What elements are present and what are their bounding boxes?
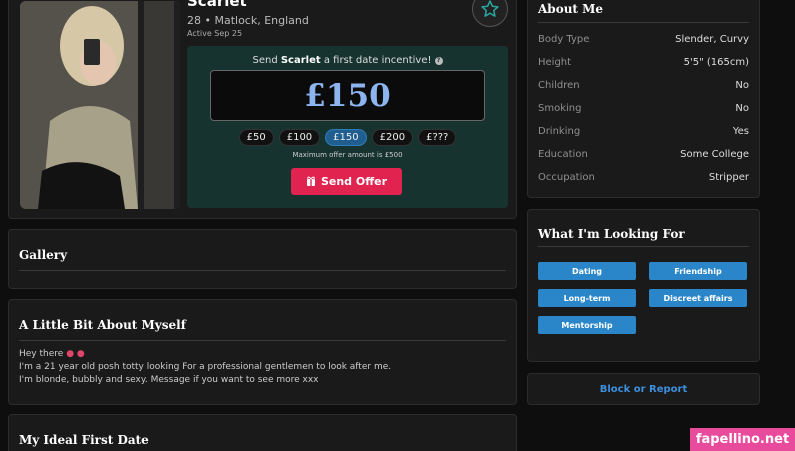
divider: [538, 246, 749, 247]
ideal-first-date-section: My Ideal First Date: [8, 414, 517, 451]
send-offer-label: Send Offer: [320, 175, 388, 188]
bio-line: I'm blonde, bubbly and sexy. Message if …: [19, 375, 319, 385]
max-offer-note: Maximum offer amount is £500: [292, 151, 403, 159]
attr-row-children: Children No: [538, 80, 749, 91]
gift-icon: [306, 176, 315, 186]
about-me-section: About Me Body Type Slender, Curvy Height…: [527, 0, 760, 198]
gallery-title: Gallery: [19, 248, 68, 262]
about-me-title: About Me: [538, 2, 604, 16]
attr-label: Drinking: [538, 126, 581, 137]
about-myself-title: A Little Bit About Myself: [19, 318, 186, 332]
watermark: fapellino.net: [690, 428, 795, 451]
attr-row-height: Height 5'5" (165cm): [538, 57, 749, 68]
question-circle-icon[interactable]: ?: [434, 57, 443, 65]
offer-amount: £150: [304, 77, 391, 114]
block-or-report-button[interactable]: Block or Report: [527, 373, 760, 405]
profile-name: Scarlet: [187, 0, 247, 10]
send-offer-button[interactable]: Send Offer: [291, 168, 402, 195]
attr-value: Yes: [732, 126, 749, 137]
attr-label: Body Type: [538, 34, 590, 45]
offer-prompt-post: a first date incentive!: [320, 55, 432, 66]
amount-chip-selected[interactable]: £150: [325, 129, 367, 146]
attr-value: 5'5" (165cm): [683, 57, 749, 68]
attr-value: Stripper: [708, 172, 749, 183]
lips-emoji-icon: ● ●: [66, 349, 85, 359]
bio-line: Hey there ● ●: [19, 348, 391, 361]
offer-panel: Send Scarlet a first date incentive!? £1…: [187, 46, 508, 208]
profile-card: Scarlet 28 • Matlock, England Active Sep…: [8, 0, 517, 219]
attr-label: Height: [538, 57, 572, 68]
attr-value: No: [735, 80, 749, 91]
bio-line-1: Hey there: [19, 349, 64, 359]
amount-chip[interactable]: £200: [371, 129, 414, 146]
gallery-section: Gallery: [8, 229, 517, 289]
photo-placeholder: [20, 1, 180, 209]
offer-prompt-name: Scarlet: [280, 55, 321, 66]
attr-label: Smoking: [538, 103, 582, 114]
offer-amount-chips: £50 £100 £150 £200 £???: [187, 129, 508, 146]
looking-for-section: What I'm Looking For Dating Friendship L…: [527, 209, 760, 362]
favorite-button[interactable]: [472, 0, 508, 27]
bio-line: I'm a 21 year old posh totty looking For…: [19, 362, 392, 372]
amount-chip[interactable]: £???: [418, 129, 457, 146]
tag-discreet-affairs[interactable]: Discreet affairs: [649, 289, 747, 307]
offer-prompt-pre: Send: [252, 55, 281, 66]
attr-row-body-type: Body Type Slender, Curvy: [538, 34, 749, 45]
offer-amount-box[interactable]: £150: [210, 70, 485, 121]
attr-row-education: Education Some College: [538, 149, 749, 160]
amount-chip[interactable]: £50: [238, 129, 274, 146]
star-outline-icon: [481, 0, 499, 17]
attr-value: No: [735, 103, 749, 114]
offer-prompt: Send Scarlet a first date incentive!?: [187, 55, 508, 66]
about-myself-section: A Little Bit About Myself Hey there ● ● …: [8, 299, 517, 405]
divider: [19, 340, 506, 341]
tag-dating[interactable]: Dating: [538, 262, 636, 280]
ideal-first-date-title: My Ideal First Date: [19, 433, 149, 447]
divider: [538, 22, 749, 23]
divider: [19, 270, 506, 271]
profile-location: 28 • Matlock, England: [187, 14, 309, 27]
attr-label: Children: [538, 80, 580, 91]
tag-mentorship[interactable]: Mentorship: [538, 316, 636, 334]
looking-for-title: What I'm Looking For: [538, 227, 685, 241]
bio-text: Hey there ● ● I'm a 21 year old posh tot…: [19, 348, 391, 387]
amount-chip[interactable]: £100: [278, 129, 321, 146]
attr-label: Occupation: [538, 172, 595, 183]
profile-active-status: Active Sep 25: [187, 29, 243, 38]
attr-row-drinking: Drinking Yes: [538, 126, 749, 137]
attr-row-smoking: Smoking No: [538, 103, 749, 114]
tag-long-term[interactable]: Long-term: [538, 289, 636, 307]
tag-friendship[interactable]: Friendship: [649, 262, 747, 280]
attr-value: Slender, Curvy: [675, 34, 749, 45]
attr-value: Some College: [680, 149, 749, 160]
attr-label: Education: [538, 149, 588, 160]
profile-photo[interactable]: [20, 1, 180, 209]
block-or-report-label: Block or Report: [599, 383, 688, 395]
attr-row-occupation: Occupation Stripper: [538, 172, 749, 183]
